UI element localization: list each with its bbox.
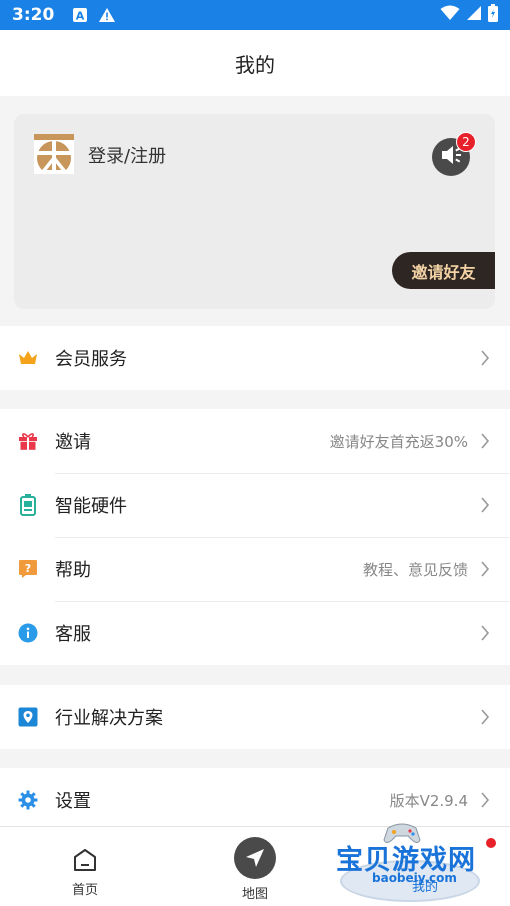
chevron-right-icon: [478, 709, 492, 725]
menu-hint-help: 教程、意见反馈: [362, 560, 468, 579]
message-count-badge: 2: [456, 132, 476, 152]
menu-item-help[interactable]: ? 帮助 教程、意见反馈: [0, 537, 510, 601]
warning-icon: [98, 7, 116, 23]
menu-label-invite: 邀请: [55, 432, 91, 453]
info-icon: [18, 623, 38, 643]
menu-hint-settings: 版本V2.9.4: [389, 791, 468, 810]
menu-item-invite[interactable]: 邀请 邀请好友首充返30%: [0, 409, 510, 473]
chevron-right-icon: [478, 497, 492, 513]
chevron-right-icon: [478, 433, 492, 449]
menu-group-solutions: 行业解决方案: [0, 685, 510, 749]
menu-group-vip: 会员服务: [0, 326, 510, 390]
login-register-link[interactable]: 登录/注册: [88, 142, 166, 168]
menu-label-vip: 会员服务: [55, 349, 127, 370]
chevron-right-icon: [478, 625, 492, 641]
menu-item-service[interactable]: 客服: [0, 601, 510, 665]
menu-label-service: 客服: [55, 624, 91, 645]
menu-hint-invite: 邀请好友首充返30%: [329, 432, 468, 451]
svg-text:?: ?: [25, 562, 31, 575]
profile-card: 登录/注册 2 邀请好友: [14, 114, 495, 309]
menu-item-vip[interactable]: 会员服务: [0, 326, 510, 390]
wifi-icon: [440, 5, 460, 25]
location-badge-icon: [18, 707, 38, 727]
avatar[interactable]: [34, 134, 74, 175]
home-icon: [72, 847, 98, 873]
tab-label-home: 首页: [71, 883, 98, 898]
signal-icon: [466, 5, 482, 25]
device-icon: [18, 494, 38, 516]
crown-icon: [18, 348, 38, 368]
chevron-right-icon: [478, 350, 492, 366]
notification-dot: [486, 838, 496, 848]
svg-text:A: A: [76, 10, 85, 23]
menu-item-solutions[interactable]: 行业解决方案: [0, 685, 510, 749]
tab-map[interactable]: 地图: [200, 827, 310, 906]
tab-label-mine[interactable]: 我的: [412, 876, 438, 895]
font-notification-icon: A: [72, 7, 88, 23]
tab-label-map: 地图: [241, 887, 268, 902]
chevron-right-icon: [478, 792, 492, 808]
message-button[interactable]: 2: [432, 132, 476, 176]
menu-label-solutions: 行业解决方案: [55, 708, 163, 729]
help-icon: ?: [18, 559, 38, 579]
menu-item-hardware[interactable]: 智能硬件: [0, 473, 510, 537]
title-bar: 我的: [0, 30, 510, 96]
invite-friends-button[interactable]: 邀请好友: [392, 252, 495, 289]
watermark-logo: 宝贝游戏网 baobeiy.com 我的: [330, 820, 502, 906]
gift-icon: [18, 431, 38, 451]
page-title: 我的: [235, 52, 275, 77]
battery-icon: [488, 4, 498, 26]
menu-label-help: 帮助: [55, 560, 91, 581]
chevron-right-icon: [478, 561, 492, 577]
menu-group-main: 邀请 邀请好友首充返30% 智能硬件 ? 帮助 教程、意见反馈 客服: [0, 409, 510, 665]
tab-home[interactable]: 首页: [30, 827, 140, 906]
menu-label-hardware: 智能硬件: [55, 496, 127, 517]
menu-label-settings: 设置: [55, 791, 91, 812]
status-time: 3:20: [12, 5, 55, 25]
gear-icon: [18, 790, 38, 810]
status-bar: 3:20 A: [0, 0, 510, 30]
navigation-arrow-icon: [234, 837, 276, 879]
